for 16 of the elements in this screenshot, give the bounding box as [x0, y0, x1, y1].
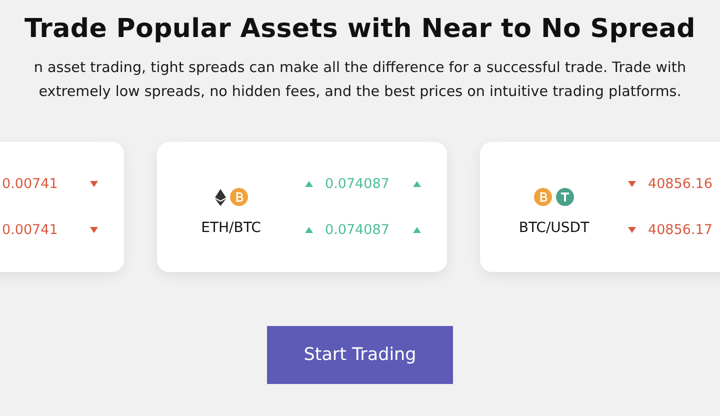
start-trading-button[interactable]: Start Trading: [267, 326, 453, 384]
rate-value: 0.074087: [325, 222, 390, 238]
rate-value: 40856.17: [648, 222, 714, 238]
diamond-icon: [214, 188, 226, 206]
description-text: n asset trading, tight spreads can make all the difference for a successful trade. Trade with: [34, 59, 686, 78]
t-coin-icon: [556, 188, 574, 206]
rate-value: 0.074087: [325, 176, 390, 192]
rate-value: 0.00741: [2, 176, 59, 192]
b-coin-icon: [230, 188, 248, 206]
b-coin-icon: [534, 188, 552, 206]
description-text: extremely low spreads, no hidden fees, and the best prices on intuitive trading platforms.: [38, 83, 682, 102]
page-heading: Trade Popular Assets with Near to No Spread: [24, 14, 696, 44]
pair-label: BTC/USDT: [518, 220, 590, 236]
rate-value: 0.00741: [2, 222, 59, 238]
pair-label: ETH/BTC: [201, 220, 261, 236]
rate-value: 40856.16: [648, 176, 714, 192]
